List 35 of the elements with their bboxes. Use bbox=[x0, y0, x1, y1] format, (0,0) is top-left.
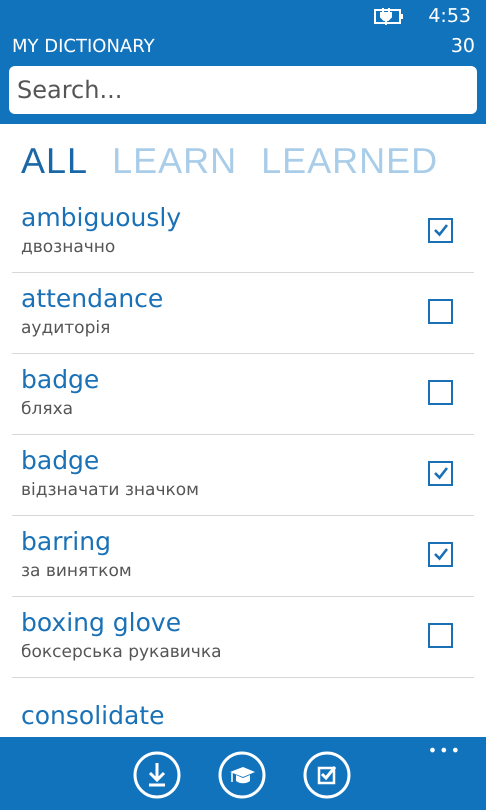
translation-text: боксерська рукавичка bbox=[21, 641, 222, 664]
word-text[interactable]: badge bbox=[21, 444, 199, 478]
check-icon bbox=[432, 547, 448, 561]
word-text[interactable]: consolidate bbox=[21, 699, 164, 733]
word-text[interactable]: ambiguously bbox=[21, 201, 182, 235]
check-icon bbox=[432, 466, 448, 480]
download-icon bbox=[133, 751, 181, 799]
word-text[interactable]: attendance bbox=[21, 282, 164, 316]
word-text[interactable]: boxing glove bbox=[21, 606, 222, 640]
word-text[interactable]: badge bbox=[21, 363, 100, 397]
battery-charging-icon bbox=[374, 7, 404, 25]
clock-time: 4:53 bbox=[428, 5, 471, 27]
translation-text: за винятком bbox=[21, 560, 132, 583]
checkbox-icon bbox=[303, 751, 351, 799]
checkbox[interactable] bbox=[428, 542, 453, 566]
checkbox[interactable] bbox=[428, 380, 453, 404]
more-button[interactable]: ••• bbox=[428, 741, 462, 760]
checkbox[interactable] bbox=[428, 460, 453, 486]
app-title: MY DICTIONARY bbox=[12, 36, 155, 56]
tab[interactable]: ALL bbox=[21, 140, 88, 192]
checkbox[interactable] bbox=[428, 298, 453, 324]
graduation-cap-button[interactable] bbox=[218, 751, 266, 799]
translation-text: двозначно bbox=[21, 236, 116, 259]
graduation-cap-icon bbox=[218, 751, 266, 799]
checkbox-button[interactable] bbox=[303, 751, 351, 799]
check-icon bbox=[432, 223, 448, 237]
search-field[interactable]: Search... bbox=[9, 66, 477, 114]
word-count: 30 bbox=[450, 35, 475, 57]
translation-text: аудиторія bbox=[21, 317, 112, 340]
translation-text: відзначати значком bbox=[21, 479, 199, 502]
translation-text: бляха bbox=[21, 398, 74, 421]
checkbox[interactable] bbox=[428, 622, 453, 648]
checkbox[interactable] bbox=[428, 218, 453, 242]
word-text[interactable]: barring bbox=[21, 525, 132, 559]
download-button[interactable] bbox=[133, 751, 181, 799]
